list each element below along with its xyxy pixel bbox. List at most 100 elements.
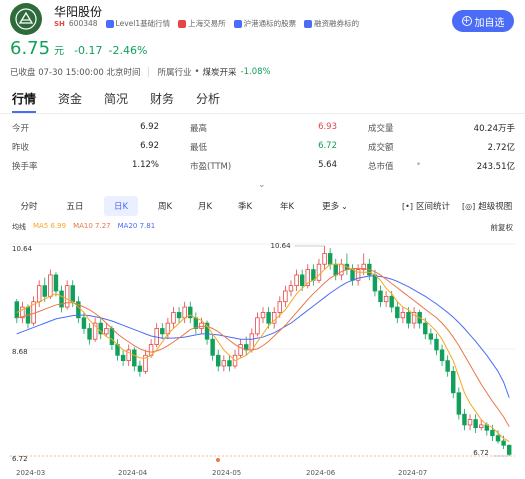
stock-tags: SH 600348 Level1基础行情 上海交易所 沪港通标的股票 融资融券标… xyxy=(54,18,367,29)
period-quarterly-k[interactable]: 季K xyxy=(230,196,260,216)
candle-body xyxy=(372,274,378,292)
info-dot-icon[interactable]: • xyxy=(416,160,421,170)
market-badge: SH xyxy=(54,19,65,28)
y-label-mid: 8.68 xyxy=(12,348,28,356)
candle-body xyxy=(479,424,484,429)
quote-value-volume: 40.24万手 xyxy=(473,124,515,134)
tab-funds[interactable]: 资金 xyxy=(58,90,82,107)
tab-finance[interactable]: 财务 xyxy=(150,90,174,107)
candle-body xyxy=(81,317,87,329)
candle-body xyxy=(160,328,165,335)
candle-body xyxy=(14,301,20,319)
candle-body xyxy=(456,392,462,415)
quote-label-high: 最高 xyxy=(190,124,208,134)
candle-body xyxy=(445,360,450,372)
candle-body xyxy=(378,290,383,303)
candle-body xyxy=(395,306,400,319)
range-stats-button[interactable]: [•] 区间统计 xyxy=(402,200,450,213)
candle-body xyxy=(467,419,473,426)
legend-title: 均线 xyxy=(12,223,26,231)
tab-market[interactable]: 行情 xyxy=(12,90,36,107)
industry-name[interactable]: 煤炭开采 xyxy=(203,66,237,78)
candle-body xyxy=(423,322,428,335)
candle-body xyxy=(333,263,338,276)
adjust-mode[interactable]: 前复权 xyxy=(491,222,514,233)
quote-value-turnover: 2.72亿 xyxy=(487,143,515,153)
add-watchlist-button[interactable]: + 加自选 xyxy=(452,10,514,32)
candle-body xyxy=(451,370,456,394)
candle-body xyxy=(36,285,42,303)
x-label: 2024-04 xyxy=(118,469,148,477)
candle-body xyxy=(238,344,243,356)
chevron-down-icon: ⌄ xyxy=(341,201,348,211)
price-change-pct: -2.46% xyxy=(108,44,148,57)
candle-body xyxy=(221,360,227,367)
period-weekly-k[interactable]: 周K xyxy=(150,196,180,216)
candle-body xyxy=(383,295,389,303)
period-more[interactable]: 更多 ⌄ xyxy=(312,196,358,216)
candle-body xyxy=(327,253,333,265)
divider xyxy=(148,67,150,77)
x-label: 2024-03 xyxy=(16,469,45,477)
candle-body xyxy=(182,306,187,319)
candle-body xyxy=(42,285,47,297)
candle-body xyxy=(473,419,478,429)
status-row: 已收盘 07-30 15:00:00 北京时间 所属行业 • 煤炭开采 -1.0… xyxy=(10,66,271,78)
quote-label-turnover: 成交额 xyxy=(368,143,394,153)
tag-margin[interactable]: 融资融券标的 xyxy=(304,18,359,29)
y-label-top: 10.64 xyxy=(12,245,33,253)
candle-body xyxy=(199,322,204,329)
price-unit: 元 xyxy=(54,46,65,57)
company-logo xyxy=(10,3,42,35)
quote-label-open: 今开 xyxy=(12,124,30,134)
candle-body xyxy=(339,263,344,276)
period-daily-k[interactable]: 日K xyxy=(104,196,138,216)
candle-body xyxy=(288,285,294,292)
price-row: 6.75 元 -0.17 -2.46% xyxy=(10,38,153,59)
quote-row: 昨收 6.92 最低 6.72 成交额 2.72亿 xyxy=(0,141,525,157)
candle-body xyxy=(389,295,394,308)
candle-body xyxy=(104,328,109,335)
candle-body xyxy=(120,354,126,362)
candle-body xyxy=(406,312,411,324)
candle-body xyxy=(255,317,260,335)
expand-chevron-icon[interactable]: ⌄ xyxy=(258,180,266,190)
tab-analysis[interactable]: 分析 xyxy=(196,90,220,107)
quote-label-pe: 市盈(TTM) xyxy=(190,162,232,172)
candle-body xyxy=(227,360,232,367)
candle-body xyxy=(132,349,137,367)
quote-value-open: 6.92 xyxy=(140,122,159,132)
legend-ma10: MA10 7.27 xyxy=(73,222,111,230)
candle-body xyxy=(87,328,92,340)
price-change: -0.17 xyxy=(74,44,103,57)
tag-level1[interactable]: Level1基础行情 xyxy=(105,18,170,29)
tab-profile[interactable]: 简况 xyxy=(104,90,128,107)
period-yearly-k[interactable]: 年K xyxy=(272,196,302,216)
period-5day[interactable]: 五日 xyxy=(58,196,92,216)
event-dot-icon[interactable] xyxy=(216,458,220,462)
company-logo-icon xyxy=(15,8,37,30)
period-intraday[interactable]: 分时 xyxy=(12,196,46,216)
super-view-button[interactable]: [◎] 超级视图 xyxy=(462,200,512,213)
x-label: 2024-05 xyxy=(212,469,241,477)
margin-icon xyxy=(304,19,313,28)
quote-row: 换手率 1.12% 市盈(TTM) 5.64 总市值 • 243.51亿 xyxy=(0,160,525,176)
tag-exchange[interactable]: 上海交易所 xyxy=(178,18,226,29)
quote-value-high: 6.93 xyxy=(318,122,337,132)
candle-body xyxy=(428,333,434,340)
market-status: 已收盘 07-30 15:00:00 北京时间 xyxy=(10,68,141,78)
tag-hk-connect[interactable]: 沪港通标的股票 xyxy=(233,18,296,29)
candle-body xyxy=(462,413,467,426)
candle-body xyxy=(400,312,406,319)
candle-body xyxy=(283,290,288,303)
candle-body xyxy=(350,269,355,281)
stock-code: 600348 xyxy=(68,19,98,28)
x-label: 2024-06 xyxy=(306,469,336,477)
candle-body xyxy=(495,435,501,442)
legend-ma5: MA5 6.99 xyxy=(33,222,67,230)
period-monthly-k[interactable]: 月K xyxy=(190,196,220,216)
y-label-bottom: 6.72 xyxy=(12,455,28,463)
quote-label-low: 最低 xyxy=(190,143,208,153)
candlestick-chart[interactable]: 10.64 8.68 6.72 2024-03 2024-04 2024-05 … xyxy=(0,234,525,479)
candle-body xyxy=(501,440,506,446)
